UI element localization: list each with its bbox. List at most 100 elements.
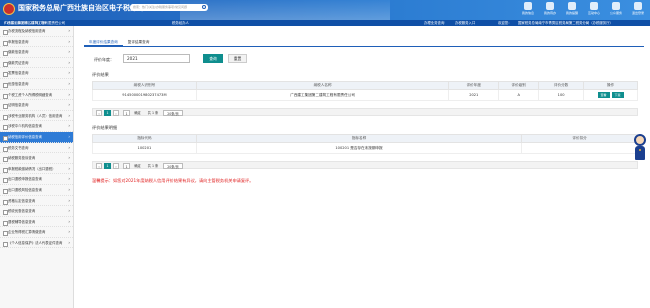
cell-tax-id: 914500001980237473M bbox=[92, 89, 197, 101]
col-level: 评价级别 bbox=[498, 81, 540, 90]
sidebar-item[interactable]: 纳税服务投诉查询 › bbox=[0, 153, 73, 164]
tab-annual-result[interactable]: 年度评价结果查询 bbox=[84, 38, 123, 46]
prev-page-button[interactable]: ‹ bbox=[96, 110, 102, 116]
chevron-right-icon: › bbox=[68, 38, 70, 44]
detail-table: 指标代码 指标名称 评价扣分 100201 100201 是否存在未按期申报 bbox=[92, 134, 638, 154]
page-size-select[interactable]: 20条/页 bbox=[163, 163, 183, 169]
nav-my-reminders[interactable]: 我的提醒 bbox=[562, 2, 582, 15]
sidebar-item-label: 涉税中介机构信息查询 bbox=[8, 124, 42, 129]
nav-logout[interactable]: 退出登录 bbox=[628, 2, 648, 15]
cell-actions: 查看 下载 bbox=[583, 89, 638, 101]
sidebar-item-label: 优惠信息查询 bbox=[8, 81, 29, 86]
chevron-right-icon: › bbox=[68, 49, 70, 55]
sidebar-item-label: 缴款信息查询 bbox=[8, 50, 29, 55]
next-page-button[interactable]: › bbox=[113, 163, 119, 169]
cell-name: 广西建工集团第二建筑工程有限责任公司 bbox=[195, 89, 450, 101]
chevron-right-icon: › bbox=[68, 229, 70, 235]
col-actions: 操作 bbox=[583, 81, 638, 90]
top-nav: 我的信息 我的待办 我的提醒 互动中心 公众服务 退出登录 bbox=[518, 2, 648, 15]
chevron-right-icon: › bbox=[68, 133, 70, 139]
result-pagination: ‹ 1 › 1 确定 共 1 条 20条/页 bbox=[92, 108, 638, 116]
nav-interaction[interactable]: 互动中心 bbox=[584, 2, 604, 15]
chevron-right-icon: › bbox=[68, 176, 70, 182]
nav-my-todo[interactable]: 我的待办 bbox=[540, 2, 560, 15]
prev-page-button[interactable]: ‹ bbox=[96, 163, 102, 169]
chevron-right-icon: › bbox=[68, 91, 70, 97]
sidebar-item-label: 发票信息查询 bbox=[8, 71, 29, 76]
next-page-button[interactable]: › bbox=[113, 110, 119, 116]
chevron-right-icon: › bbox=[68, 112, 70, 118]
sidebar-item[interactable]: 企业所得税汇算清缴查询 › bbox=[0, 227, 73, 238]
total-count: 共 1 条 bbox=[147, 164, 159, 168]
nav-public-service[interactable]: 公众服务 bbox=[606, 2, 626, 15]
chat-icon bbox=[590, 2, 598, 10]
header-banner bbox=[180, 0, 390, 20]
goto-confirm-button[interactable]: 确定 bbox=[133, 163, 142, 169]
cell-level: A bbox=[498, 89, 540, 101]
year-select[interactable]: 2021 bbox=[123, 54, 190, 63]
current-page[interactable]: 1 bbox=[104, 110, 111, 116]
year-label: 评价年度： bbox=[94, 57, 114, 62]
main-content: 年度评价结果查询 复评结果查询 评价年度： 2021 查询 重置 评价结果 纳税… bbox=[80, 26, 646, 308]
col-name: 纳税人名称 bbox=[195, 81, 450, 90]
sidebar-item[interactable]: 税务文书查询 › bbox=[0, 143, 73, 154]
reset-button[interactable]: 重置 bbox=[228, 54, 247, 63]
sidebar-item[interactable]: 涉税专业服务机构（人员）信用查询 › bbox=[0, 111, 73, 122]
col-score: 评价分数 bbox=[538, 81, 585, 90]
total-count: 共 1 条 bbox=[147, 111, 159, 115]
download-button[interactable]: 下载 bbox=[611, 92, 624, 98]
sidebar-item[interactable]: 优惠信息查询 › bbox=[0, 79, 73, 90]
tab-review-result[interactable]: 复评结果查询 bbox=[123, 38, 155, 46]
cell-indicator-code: 100201 bbox=[92, 142, 197, 154]
chevron-right-icon: › bbox=[68, 239, 70, 245]
chevron-right-icon: › bbox=[68, 123, 70, 129]
chevron-right-icon: › bbox=[68, 186, 70, 192]
sidebar-item[interactable]: 出口退税申报信息查询 › bbox=[0, 174, 73, 185]
goto-page-input[interactable]: 1 bbox=[123, 163, 130, 169]
sidebar-item[interactable]: 证明信息查询 › bbox=[0, 100, 73, 111]
sidebar-item[interactable]: 个税工资个人所得税明细查询 › bbox=[0, 90, 73, 101]
sidebar-item[interactable]: 申报税款缴纳情况（出口退税） › bbox=[0, 164, 73, 175]
search-input[interactable]: 搜索：热门/关注/办税服务事项/常见问题 bbox=[130, 4, 208, 11]
result-table-header: 纳税人识别号 纳税人名称 评价年度 评价级别 评价分数 操作 bbox=[92, 81, 638, 90]
result-section-title: 评价结果 bbox=[92, 72, 109, 77]
sidebar-item[interactable]: 办税流程及纳税信用查询 › bbox=[0, 26, 73, 37]
query-button[interactable]: 查询 bbox=[203, 54, 223, 63]
sidebar-item[interactable]: 《个人信息保护》法人代表证件查询 › bbox=[0, 238, 73, 249]
assistant-mascot-icon[interactable] bbox=[632, 134, 648, 164]
page-size-select[interactable]: 20条/页 bbox=[163, 110, 183, 116]
sidebar-item[interactable]: 出口退税风险信息查询 › bbox=[0, 185, 73, 196]
sidebar-item[interactable]: 缴款信息查询 › bbox=[0, 47, 73, 58]
logout-icon bbox=[634, 2, 642, 10]
chevron-right-icon: › bbox=[68, 218, 70, 224]
sidebar-item[interactable]: 退税辅导信息查询 › bbox=[0, 217, 73, 228]
sidebar-item[interactable]: 涉税中介机构信息查询 › bbox=[0, 121, 73, 132]
sidebar-menu: 办税流程及纳税信用查询 › 申报信息查询 › 缴款信息查询 › 缴款凭证查询 › 发票信息查询 ›… bbox=[0, 26, 74, 308]
sidebar-item-label: 办税流程及纳税信用查询 bbox=[8, 29, 46, 33]
goto-confirm-button[interactable]: 确定 bbox=[133, 110, 142, 116]
bell-icon bbox=[568, 2, 576, 10]
tax-bureau-logo bbox=[3, 3, 15, 15]
col-year: 评价年度 bbox=[448, 81, 500, 90]
current-page[interactable]: 1 bbox=[104, 163, 111, 169]
sidebar-item-label: 缴款凭证查询 bbox=[8, 60, 29, 65]
sidebar-item-label: 退税辅导信息查询 bbox=[8, 219, 36, 224]
goto-page-input[interactable]: 1 bbox=[123, 110, 130, 116]
sidebar-item[interactable]: 申报信息查询 › bbox=[0, 37, 73, 48]
chevron-right-icon: › bbox=[68, 102, 70, 108]
nav-my-info[interactable]: 我的信息 bbox=[518, 2, 538, 15]
todo-icon bbox=[546, 2, 554, 10]
sidebar-item-label: 申报税款缴纳情况（出口退税） bbox=[8, 166, 56, 171]
view-button[interactable]: 查看 bbox=[597, 92, 610, 98]
sidebar-item[interactable]: 发票信息查询 › bbox=[0, 68, 73, 79]
sidebar-item[interactable]: 纳税信用评价信息查询 › bbox=[0, 131, 73, 143]
sidebar-item[interactable]: 资格认定信息查询 › bbox=[0, 196, 73, 207]
chevron-right-icon: › bbox=[68, 80, 70, 86]
sidebar-item[interactable]: 缴款凭证查询 › bbox=[0, 58, 73, 69]
search-icon[interactable] bbox=[202, 5, 206, 9]
cell-deduction bbox=[521, 142, 638, 154]
user-icon bbox=[524, 2, 532, 10]
sidebar-item-label: 资格认定信息查询 bbox=[8, 198, 36, 203]
chevron-right-icon: › bbox=[68, 28, 70, 33]
sidebar-item[interactable]: 税收优惠信息查询 › bbox=[0, 206, 73, 217]
